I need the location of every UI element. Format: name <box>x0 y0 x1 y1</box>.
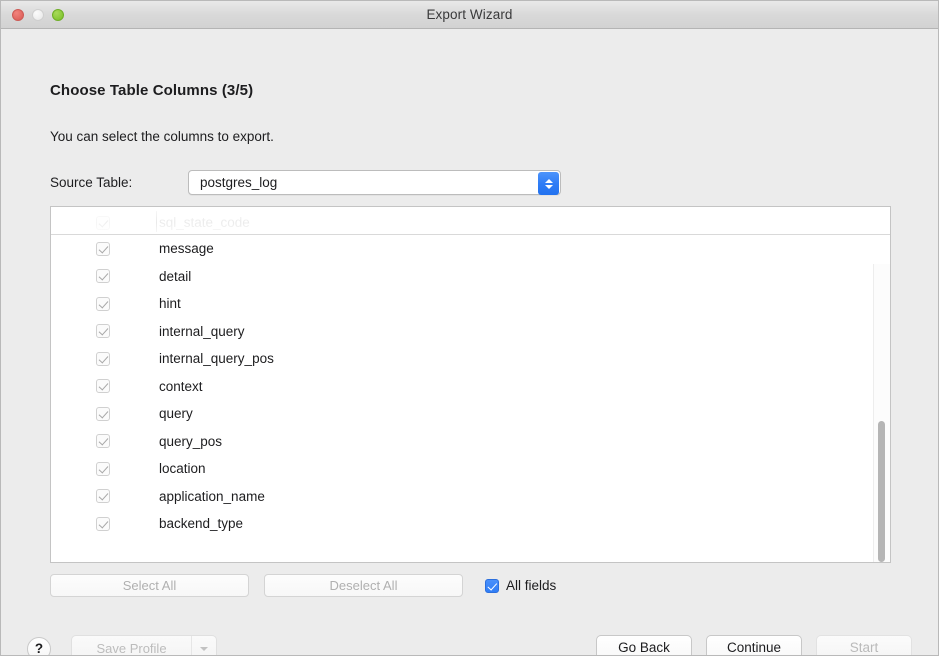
triangle-down-icon <box>200 646 208 651</box>
source-table-label: Source Table: <box>50 175 133 190</box>
checkbox-icon[interactable] <box>96 406 110 421</box>
go-back-button[interactable]: Go Back <box>596 635 692 655</box>
scrollbar-thumb[interactable] <box>878 421 885 562</box>
checkbox-icon[interactable] <box>96 351 110 366</box>
row-checkbox-cell <box>51 269 110 284</box>
maximize-window-button[interactable] <box>52 8 64 21</box>
page-subtitle: You can select the columns to export. <box>50 129 274 144</box>
table-row[interactable]: application_name <box>51 482 890 510</box>
minimize-window-button[interactable] <box>32 8 44 21</box>
dialog-content: Choose Table Columns (3/5) You can selec… <box>1 29 938 655</box>
table-row[interactable]: query_pos <box>51 427 890 455</box>
column-name-label: context <box>159 378 203 394</box>
window-title: Export Wizard <box>426 7 513 22</box>
columns-list-rows: message detail hint internal_query inter… <box>51 235 890 562</box>
list-scrollbar[interactable] <box>876 235 887 562</box>
export-wizard-window: Export Wizard Choose Table Columns (3/5)… <box>0 0 939 656</box>
column-name-label: query_pos <box>159 433 223 449</box>
source-table-row: Source Table: postgres_log <box>50 170 561 195</box>
row-checkbox-cell <box>51 516 110 531</box>
column-name-label: application_name <box>159 488 265 504</box>
column-name-label: backend_type <box>159 516 244 532</box>
row-checkbox-cell <box>51 406 110 421</box>
selection-controls: Select All Deselect All All fields <box>50 574 556 597</box>
column-name-label: location <box>159 461 206 477</box>
checkbox-icon[interactable] <box>96 461 110 476</box>
row-checkbox-cell <box>51 379 110 394</box>
column-name-label: detail <box>159 268 192 284</box>
checkbox-icon[interactable] <box>96 489 110 504</box>
checkbox-icon[interactable] <box>96 434 110 449</box>
checkbox-icon[interactable] <box>96 516 110 531</box>
checkbox-icon[interactable] <box>96 215 110 230</box>
column-name-label: hint <box>159 296 181 312</box>
row-checkbox-cell <box>51 489 110 504</box>
column-name-label: internal_query <box>159 323 245 339</box>
table-row[interactable]: backend_type <box>51 510 890 538</box>
partial-row-checkbox-cell <box>51 215 110 230</box>
checkbox-icon[interactable] <box>96 324 110 339</box>
chevron-up-icon <box>544 178 553 183</box>
source-table-select[interactable]: postgres_log <box>188 170 561 195</box>
table-row[interactable]: location <box>51 455 890 483</box>
column-name-label: query <box>159 406 193 422</box>
row-checkbox-cell <box>51 296 110 311</box>
columns-list-header: sql_state_code <box>51 207 890 235</box>
chevron-down-icon <box>544 184 553 189</box>
page-title: Choose Table Columns (3/5) <box>50 82 254 99</box>
footer-left: ? Save Profile <box>27 635 217 655</box>
partial-row[interactable]: sql_state_code <box>51 210 890 234</box>
save-profile-split-button[interactable]: Save Profile <box>71 635 217 655</box>
column-name-label: internal_query_pos <box>159 351 274 367</box>
continue-button[interactable]: Continue <box>706 635 802 655</box>
start-button[interactable]: Start <box>816 635 912 655</box>
source-table-value: postgres_log <box>200 175 278 190</box>
checkbox-icon[interactable] <box>96 379 110 394</box>
deselect-all-button[interactable]: Deselect All <box>264 574 463 597</box>
row-checkbox-cell <box>51 351 110 366</box>
column-name-label: message <box>159 241 214 257</box>
row-checkbox-cell <box>51 461 110 476</box>
table-row[interactable]: internal_query_pos <box>51 345 890 373</box>
row-checkbox-cell <box>51 434 110 449</box>
checkbox-checked-icon[interactable] <box>485 578 499 593</box>
titlebar: Export Wizard <box>1 1 938 29</box>
close-window-button[interactable] <box>12 8 24 21</box>
table-row[interactable]: internal_query <box>51 317 890 345</box>
help-icon[interactable]: ? <box>27 636 51 655</box>
checkbox-icon[interactable] <box>96 296 110 311</box>
table-row[interactable]: hint <box>51 290 890 318</box>
row-checkbox-cell <box>51 324 110 339</box>
columns-list[interactable]: sql_state_code message detail hint inter… <box>50 206 891 563</box>
column-divider <box>156 211 157 232</box>
window-controls <box>12 1 64 28</box>
footer-right: Go Back Continue Start <box>596 635 912 655</box>
table-row[interactable]: message <box>51 235 890 263</box>
partial-row-label: sql_state_code <box>159 215 250 230</box>
table-row[interactable]: detail <box>51 262 890 290</box>
save-profile-menu-button[interactable] <box>191 636 216 655</box>
table-row[interactable]: query <box>51 400 890 428</box>
table-row[interactable]: context <box>51 372 890 400</box>
checkbox-icon[interactable] <box>96 269 110 284</box>
all-fields-label: All fields <box>506 578 557 593</box>
select-all-button[interactable]: Select All <box>50 574 249 597</box>
all-fields-checkbox-group[interactable]: All fields <box>485 578 556 593</box>
row-checkbox-cell <box>51 241 110 256</box>
checkbox-icon[interactable] <box>96 241 110 256</box>
save-profile-button[interactable]: Save Profile <box>72 636 191 655</box>
chevron-updown-icon[interactable] <box>538 172 559 195</box>
